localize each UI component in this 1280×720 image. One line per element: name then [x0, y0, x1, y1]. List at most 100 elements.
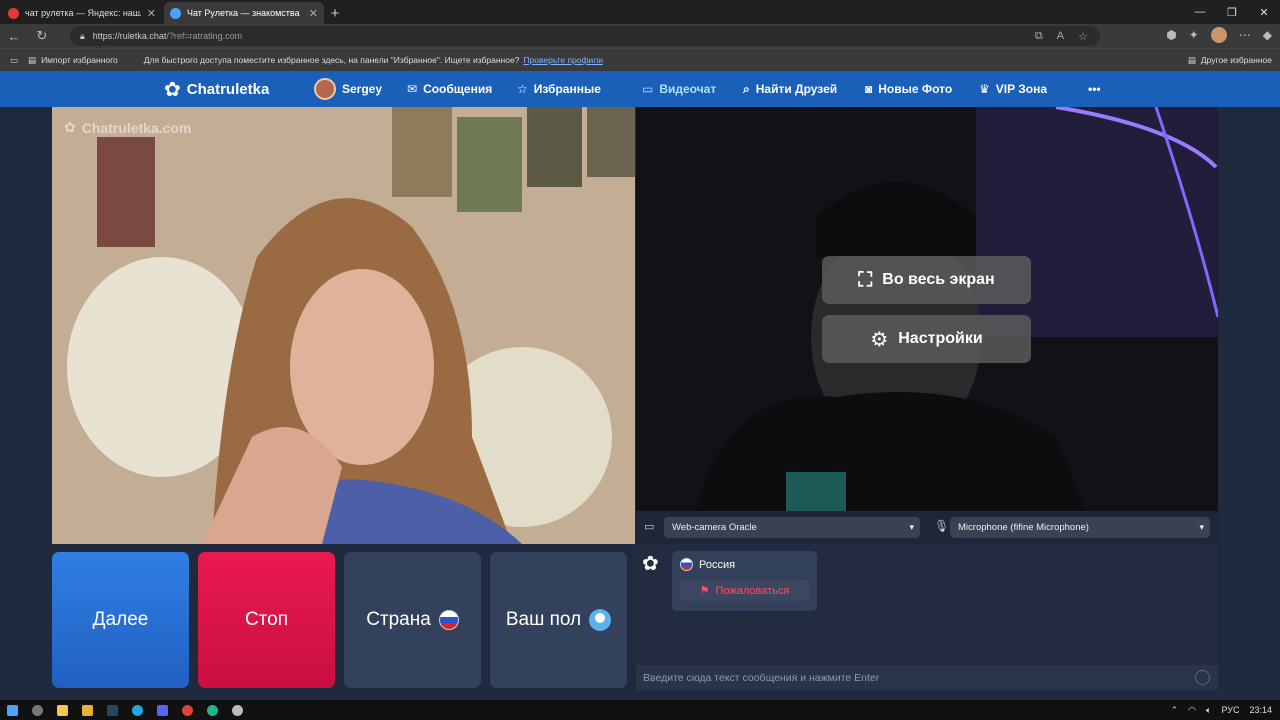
extension-icon[interactable]: ⬢ — [1166, 28, 1176, 42]
check-profiles-link[interactable]: Проверьте профили — [523, 55, 603, 65]
partner-info-card: Россия ⚑ Пожаловаться — [672, 551, 817, 611]
close-tab-icon[interactable]: ✕ — [309, 7, 318, 20]
nav-more-button[interactable]: ••• — [1088, 71, 1101, 107]
read-aloud-icon[interactable]: A — [1057, 30, 1064, 43]
chat-message-input[interactable]: Введите сюда текст сообщения и нажмите E… — [636, 665, 1218, 690]
gender-button[interactable]: Ваш пол — [490, 552, 627, 688]
next-button[interactable]: Далее — [52, 552, 189, 688]
import-favorites-label: Импорт избранного — [41, 55, 118, 65]
close-tab-icon[interactable]: ✕ — [147, 7, 156, 20]
language-indicator[interactable]: РУС — [1221, 705, 1239, 715]
taskbar-app-icon[interactable] — [50, 704, 75, 716]
video-camera-icon: ▭ — [642, 82, 654, 96]
clock[interactable]: 23:14 — [1249, 705, 1272, 715]
gender-label: Ваш пол — [505, 609, 582, 630]
yandex-favicon-icon — [8, 7, 19, 19]
url-host: https://ruletka.chat — [92, 31, 167, 41]
stop-button[interactable]: Стоп — [198, 552, 335, 688]
browser-tab-chat[interactable]: Чат Рулетка — знакомства ✕ — [164, 2, 324, 24]
nav-find-friends[interactable]: ⌕ Найти Друзей — [743, 71, 837, 107]
puzzle-icon[interactable]: ✦ — [1189, 28, 1199, 42]
country-label: Страна — [366, 609, 431, 630]
wifi-icon[interactable]: ◠ — [1188, 705, 1196, 716]
app-install-icon[interactable]: ⧉ — [1035, 30, 1043, 43]
chevron-down-icon: ▾ — [909, 522, 914, 532]
chevron-up-icon[interactable]: ⌃ — [1171, 705, 1179, 716]
chat-input-placeholder: Введите сюда текст сообщения и нажмите E… — [643, 671, 880, 684]
window-controls: — ❐ ✕ — [1184, 0, 1280, 24]
nav-videochat[interactable]: ▭ Видеочат — [642, 71, 716, 107]
sidebar-toggle-icon[interactable]: ▭ — [10, 55, 18, 66]
nav-favorites[interactable]: ☆ Избранные — [517, 71, 601, 107]
user-name: Sergey — [342, 82, 383, 96]
system-tray: ⌃ ◠ 🔈︎ РУС 23:14 — [1171, 700, 1272, 720]
windows-start-icon[interactable] — [0, 704, 25, 716]
back-icon[interactable]: ← — [0, 29, 28, 44]
tab-title: чат рулетка — Яндекс: нашлось — [25, 8, 141, 18]
device-selectors: ▭ Web-camera Oracle ▾ 🎙︎ Microphone (fif… — [636, 511, 1218, 544]
profile-avatar[interactable] — [1210, 27, 1227, 43]
url-field[interactable]: 🔒︎ https://ruletka.chat/?ref=ratrating.c… — [70, 26, 1100, 46]
site-logo[interactable]: ✿ Chatruletka — [164, 71, 269, 107]
tab-title: Чат Рулетка — знакомства — [187, 8, 300, 18]
import-favorites[interactable]: ▤ Импорт избранного — [28, 55, 118, 66]
stop-label: Стоп — [244, 609, 289, 630]
favorite-star-icon[interactable]: ☆ — [1078, 30, 1088, 43]
windows-taskbar: ⌃ ◠ 🔈︎ РУС 23:14 — [0, 700, 1280, 720]
edge-icon[interactable] — [200, 704, 225, 716]
folder-icon: ▤ — [1187, 54, 1196, 65]
russia-flag-icon — [438, 610, 459, 630]
chrome-icon[interactable] — [175, 704, 200, 716]
user-avatar — [314, 78, 336, 100]
nav-new-photos[interactable]: ◙ Новые Фото — [865, 71, 952, 107]
volume-icon[interactable]: 🔈︎ — [1206, 705, 1211, 716]
gear-icon: ⚙ — [870, 328, 889, 351]
fullscreen-label: Во весь экран — [882, 271, 995, 288]
minimize-icon[interactable]: — — [1184, 0, 1216, 24]
flag-icon: ⚑ — [699, 585, 710, 597]
report-button[interactable]: ⚑ Пожаловаться — [680, 580, 809, 601]
chevron-down-icon: ▾ — [1199, 522, 1204, 532]
new-tab-button[interactable]: + — [324, 2, 346, 24]
watermark: ✿ Chatruletka.com — [64, 119, 191, 136]
search-icon: ⌕ — [743, 81, 750, 96]
fullscreen-icon: ⛶ — [858, 268, 873, 291]
other-favorites[interactable]: ▤ Другое избранное — [1188, 55, 1272, 66]
other-favorites-label: Другое избранное — [1200, 55, 1272, 65]
nav-favorites-label: Избранные — [533, 82, 601, 96]
close-window-icon[interactable]: ✕ — [1248, 0, 1280, 24]
microphone-select[interactable]: Microphone (fifine Microphone) ▾ — [950, 517, 1210, 538]
emoji-icon[interactable] — [1195, 670, 1210, 685]
fullscreen-button[interactable]: ⛶ Во весь экран — [822, 256, 1031, 304]
nav-vip-label: VIP Зона — [995, 82, 1047, 96]
browser-tab-search[interactable]: чат рулетка — Яндекс: нашлось ✕ — [2, 2, 162, 24]
more-menu-icon[interactable]: ⋯ — [1239, 28, 1251, 42]
country-button[interactable]: Страна — [344, 552, 481, 688]
report-label: Пожаловаться — [715, 584, 790, 597]
camera-select[interactable]: Web-camera Oracle ▾ — [664, 517, 920, 538]
logo-flower-icon: ✿ — [164, 78, 181, 101]
telegram-icon[interactable] — [125, 704, 150, 716]
nav-find-friends-label: Найти Друзей — [755, 82, 838, 96]
partner-video-frame — [52, 107, 635, 544]
file-explorer-icon[interactable] — [75, 704, 100, 716]
nav-user-profile[interactable]: Sergey — [314, 71, 382, 107]
maximize-icon[interactable]: ❐ — [1216, 0, 1248, 24]
address-bar-row: ← ↻ 🔒︎ https://ruletka.chat/?ref=ratrati… — [0, 24, 1280, 48]
nav-videochat-label: Видеочат — [659, 82, 717, 96]
nav-vip[interactable]: ♛ VIP Зона — [979, 71, 1047, 107]
settings-button[interactable]: ⚙ Настройки — [822, 315, 1031, 363]
self-video-frame — [636, 107, 1218, 511]
logo-text: Chatruletka — [186, 80, 270, 98]
reload-icon[interactable]: ↻ — [28, 28, 56, 44]
bookmarks-bar: ▭ ▤ Импорт избранного Для быстрого досту… — [0, 48, 1280, 71]
nav-messages[interactable]: ✉ Сообщения — [407, 71, 492, 107]
copilot-icon[interactable]: ◆ — [1263, 28, 1272, 42]
search-icon[interactable] — [25, 704, 50, 716]
taskbar-app-icon[interactable] — [225, 704, 250, 716]
crown-icon: ♛ — [979, 82, 990, 96]
steam-icon[interactable] — [100, 704, 125, 716]
partner-country: Россия — [680, 558, 735, 571]
browser-tab-strip: чат рулетка — Яндекс: нашлось ✕ Чат Руле… — [0, 0, 1280, 24]
discord-icon[interactable] — [150, 704, 175, 716]
